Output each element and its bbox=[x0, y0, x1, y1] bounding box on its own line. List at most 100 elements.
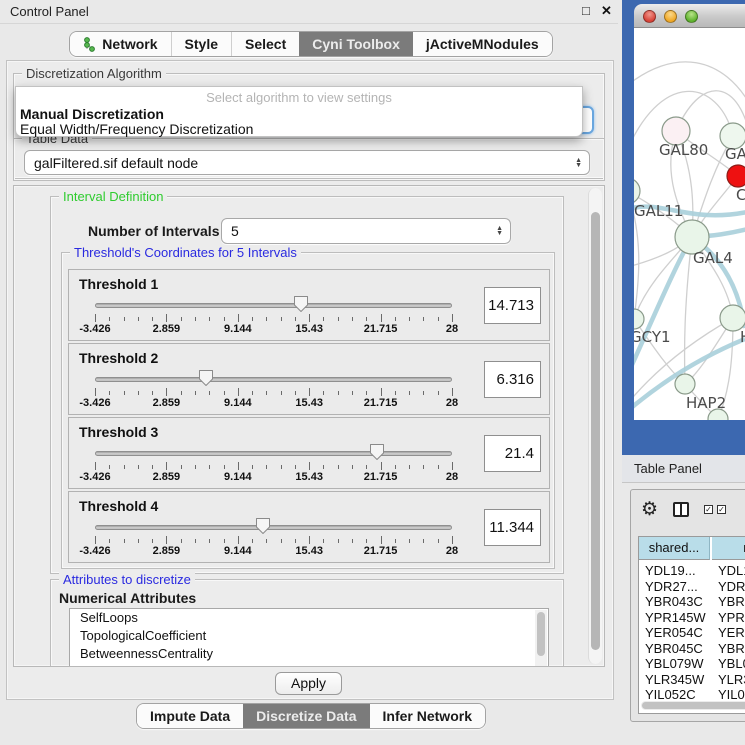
tick-mark bbox=[423, 391, 424, 395]
gear-icon[interactable]: ⚙ bbox=[641, 498, 658, 521]
network-node-hap2[interactable] bbox=[675, 374, 695, 394]
attribute-list-item[interactable]: TopologicalCoefficient bbox=[70, 627, 548, 645]
checkbox-icon[interactable]: ✓ bbox=[704, 505, 713, 514]
threshold-value-field[interactable]: 11.344 bbox=[484, 509, 541, 546]
settings-scroll-area: Interval Definition Number of Intervals … bbox=[13, 185, 605, 667]
table-cell[interactable]: YLR3 bbox=[718, 672, 745, 688]
checkbox-icon[interactable]: ✓ bbox=[717, 505, 726, 514]
tab-impute-data[interactable]: Impute Data bbox=[137, 704, 243, 728]
table-cell[interactable]: YBR0 bbox=[718, 594, 745, 610]
table-cell[interactable]: YER054C bbox=[645, 625, 703, 641]
tick-mark bbox=[181, 317, 182, 321]
threshold-panel-1: Threshold 1-3.4262.8599.14415.4321.71528… bbox=[68, 269, 550, 341]
threshold-value-field[interactable]: 6.316 bbox=[484, 361, 541, 398]
table-hscrollbar[interactable] bbox=[641, 701, 745, 710]
network-canvas[interactable]: GAL80GACGAL11GAL4GCY1HHAP2 bbox=[634, 28, 745, 420]
tick-label: 28 bbox=[446, 397, 458, 409]
tab-cyni-toolbox[interactable]: Cyni Toolbox bbox=[299, 32, 413, 56]
settings-scrollbar[interactable] bbox=[588, 188, 602, 664]
tab-jactivemnodules[interactable]: jActiveMNodules bbox=[413, 32, 552, 56]
close-light-icon[interactable] bbox=[643, 10, 656, 23]
table-cell[interactable]: YBR0 bbox=[718, 641, 745, 657]
tick-mark bbox=[438, 391, 439, 395]
slider-track[interactable] bbox=[95, 303, 452, 308]
slider-thumb[interactable] bbox=[369, 443, 385, 461]
tick-mark bbox=[266, 391, 267, 395]
tick-mark bbox=[352, 391, 353, 395]
tab-network[interactable]: Network bbox=[70, 32, 170, 56]
tick-label: 21.715 bbox=[364, 323, 398, 335]
tab-select[interactable]: Select bbox=[231, 32, 299, 56]
node-label: GAL80 bbox=[659, 141, 708, 159]
table-cell[interactable]: YPR1 bbox=[718, 610, 745, 626]
float-window-icon[interactable]: □ bbox=[582, 3, 590, 18]
table-cell[interactable]: YBR043C bbox=[645, 594, 703, 610]
slider-track[interactable] bbox=[95, 525, 452, 530]
node-label: GA bbox=[725, 145, 745, 163]
tick-mark bbox=[452, 536, 453, 544]
tick-mark bbox=[381, 462, 382, 470]
slider-thumb[interactable] bbox=[198, 369, 214, 387]
column-header-2[interactable]: na bbox=[712, 537, 745, 560]
slider-ticks bbox=[95, 536, 452, 545]
table-cell[interactable]: YBR045C bbox=[645, 641, 703, 657]
numerical-attributes-list[interactable]: SelfLoopsTopologicalCoefficientBetweenne… bbox=[69, 608, 549, 667]
algorithm-hint: Select algorithm to view settings bbox=[16, 90, 582, 105]
algorithm-option-2[interactable]: Equal Width/Frequency Discretization bbox=[20, 121, 253, 137]
tick-label: 28 bbox=[446, 323, 458, 335]
apply-button[interactable]: Apply bbox=[275, 672, 342, 695]
table-cell[interactable]: YBL079W bbox=[645, 656, 704, 672]
slider-thumb[interactable] bbox=[255, 517, 271, 535]
network-node-gcy1[interactable] bbox=[634, 309, 644, 329]
slider-thumb[interactable] bbox=[293, 295, 309, 313]
thresholds-title: Threshold's Coordinates for 5 Intervals bbox=[70, 245, 301, 260]
node-label: C bbox=[736, 186, 745, 204]
close-icon[interactable]: ✕ bbox=[601, 3, 612, 19]
table-cell[interactable]: YBL0 bbox=[718, 656, 745, 672]
table-cell[interactable]: YDR27... bbox=[645, 579, 698, 595]
attribute-list-item[interactable]: SelfLoops bbox=[70, 609, 548, 627]
table-data-combobox[interactable]: galFiltered.sif default node ▲▼ bbox=[24, 150, 590, 175]
threshold-label: Threshold 1 bbox=[79, 276, 158, 292]
tick-mark bbox=[195, 317, 196, 321]
table-cell[interactable]: YER0 bbox=[718, 625, 745, 641]
network-node-c[interactable] bbox=[727, 165, 745, 187]
tick-mark bbox=[395, 539, 396, 543]
minimize-light-icon[interactable] bbox=[664, 10, 677, 23]
list-scrollbar[interactable] bbox=[535, 610, 547, 666]
table-cell[interactable]: YDR2 bbox=[718, 579, 745, 595]
tick-mark bbox=[338, 391, 339, 395]
zoom-light-icon[interactable] bbox=[685, 10, 698, 23]
table-cell[interactable]: YLR345W bbox=[645, 672, 704, 688]
network-icon bbox=[83, 37, 96, 52]
threshold-value-field[interactable]: 21.4 bbox=[484, 435, 541, 472]
top-tab-pill: Network Style SelectCyni ToolboxjActiveMNo… bbox=[69, 31, 552, 57]
tick-mark bbox=[366, 317, 367, 321]
tick-mark bbox=[409, 391, 410, 395]
tab-label: Style bbox=[185, 36, 218, 52]
tab-infer-network[interactable]: Infer Network bbox=[370, 704, 485, 728]
columns-icon[interactable] bbox=[673, 502, 689, 517]
tick-mark bbox=[281, 539, 282, 543]
tick-label: 28 bbox=[446, 545, 458, 557]
bottom-tab-pill: Impute DataDiscretize DataInfer Network bbox=[136, 703, 486, 729]
network-node-gal11[interactable] bbox=[634, 178, 640, 204]
algorithm-option-1[interactable]: Manual Discretization bbox=[20, 106, 164, 122]
tab-style[interactable]: Style bbox=[171, 32, 231, 56]
tick-mark bbox=[352, 317, 353, 321]
table-cell[interactable]: YPR145W bbox=[645, 610, 706, 626]
tick-mark bbox=[252, 391, 253, 395]
number-of-intervals-combobox[interactable]: 5 ▲▼ bbox=[221, 218, 511, 244]
attribute-list-item[interactable]: BetweennessCentrality bbox=[70, 645, 548, 663]
column-header-1[interactable]: shared... bbox=[639, 537, 710, 560]
tick-mark bbox=[381, 536, 382, 544]
slider-track[interactable] bbox=[95, 377, 452, 382]
table-cell[interactable]: YDL1 bbox=[718, 563, 745, 579]
tab-discretize-data[interactable]: Discretize Data bbox=[243, 704, 369, 728]
bottom-tab-bar: Impute DataDiscretize DataInfer Network bbox=[0, 703, 622, 729]
threshold-value-field[interactable]: 14.713 bbox=[484, 287, 541, 324]
tick-mark bbox=[295, 465, 296, 469]
table-cell[interactable]: YDL19... bbox=[645, 563, 696, 579]
slider-track[interactable] bbox=[95, 451, 452, 456]
network-window-titlebar[interactable] bbox=[634, 4, 745, 28]
